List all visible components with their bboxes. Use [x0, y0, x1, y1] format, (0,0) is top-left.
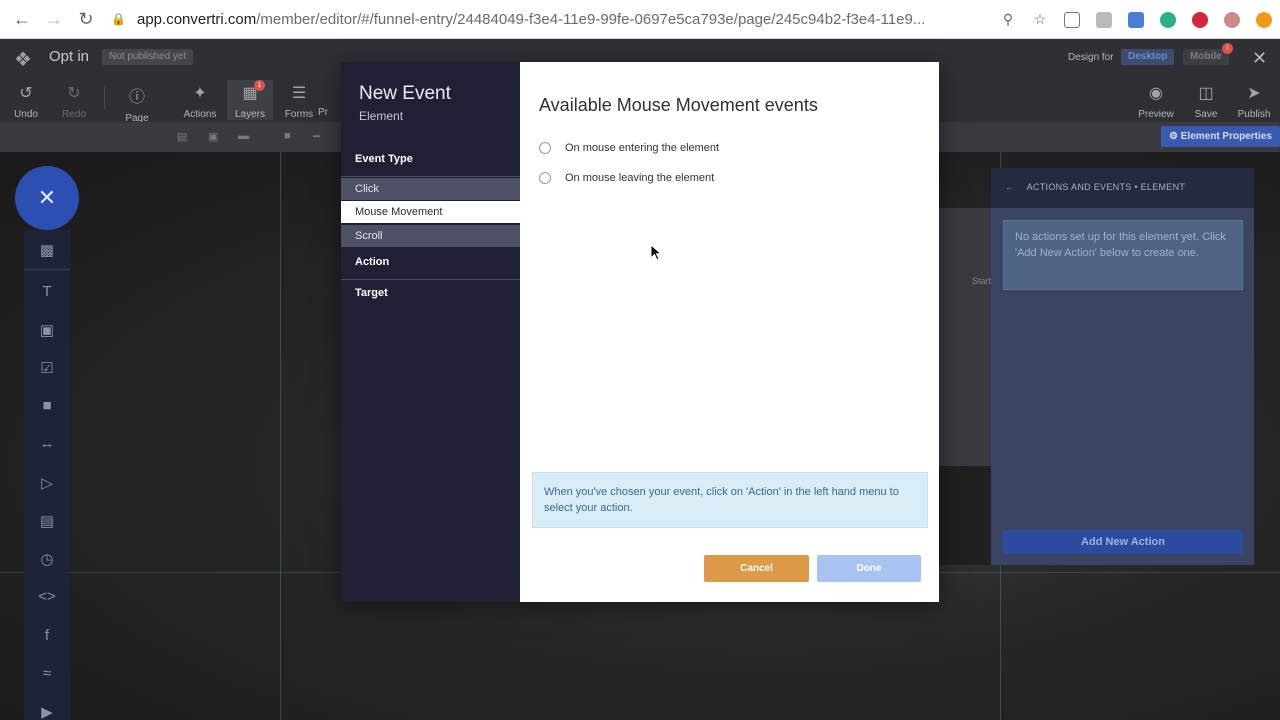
unlink-icon[interactable]: ▤ [177, 130, 187, 143]
event-type-mouse-movement[interactable]: Mouse Movement [341, 201, 520, 223]
info-message: When you've chosen your event, click on … [532, 472, 928, 528]
mobile-warning-badge: ! [1222, 43, 1233, 54]
back-arrow-icon[interactable]: ← [9, 6, 35, 32]
start-label: Start [972, 276, 992, 286]
cancel-button[interactable]: Cancel [704, 555, 809, 582]
trash-icon[interactable]: ▣ [208, 130, 218, 143]
preview-button[interactable]: ◉ Preview [1130, 83, 1182, 120]
rocket-icon: ➤ [1247, 85, 1261, 102]
bookmark-star-icon[interactable]: ☆ [1024, 0, 1056, 39]
event-type-click[interactable]: Click [341, 178, 520, 200]
close-icon: ✕ [37, 185, 57, 210]
extension-icon[interactable] [1120, 0, 1152, 39]
box-icon[interactable]: ■ [37, 397, 57, 414]
event-type-scroll[interactable]: Scroll [341, 225, 520, 247]
redo-button[interactable]: ↻ Redo [48, 83, 100, 120]
dialog-sidebar: New Event Element Event Type Click Mouse… [341, 62, 520, 602]
code-icon[interactable]: <> [37, 588, 57, 605]
spacer-icon[interactable]: ↔ [37, 435, 57, 452]
page-button[interactable]: ⓘ Page [111, 83, 163, 124]
extension-icon[interactable] [1056, 0, 1088, 39]
pr-button[interactable]: Pr [318, 83, 342, 118]
dialog-subtitle: Element [359, 109, 404, 123]
radio-button[interactable] [539, 142, 551, 154]
reload-icon[interactable]: ↻ [73, 6, 99, 32]
panel-header: ← ACTIONS AND EVENTS • ELEMENT [991, 168, 1254, 208]
extension-icon[interactable] [1152, 0, 1184, 39]
extension-icon[interactable] [1248, 0, 1280, 39]
convertri-logo-icon: ❖ [14, 49, 32, 71]
events-heading: Available Mouse Movement events [539, 95, 818, 115]
puzzle-icon[interactable]: ▩ [37, 241, 57, 259]
layers-icon: ▦ [242, 85, 258, 102]
close-editor-icon[interactable]: ✕ [1252, 48, 1267, 69]
section-target[interactable]: Target [341, 287, 520, 299]
publish-status-badge: Not published yet [102, 49, 194, 65]
checkbox-icon[interactable]: ☑ [37, 359, 57, 377]
pinterest-icon[interactable] [1184, 0, 1216, 39]
address-bar[interactable]: 🔒 app.convertri.com/member/editor/#/funn… [107, 4, 1057, 34]
browser-toolbar: ← → ↻ 🔒 app.convertri.com/member/editor/… [0, 0, 1280, 39]
add-new-action-button[interactable]: Add New Action [1003, 530, 1243, 554]
desktop-toggle[interactable]: Desktop [1121, 49, 1175, 65]
video-icon[interactable]: ▷ [37, 474, 57, 492]
layers-panel-fragment [939, 208, 991, 466]
canvas-fragment [939, 466, 991, 565]
undo-button[interactable]: ↺ Undo [0, 83, 52, 120]
option-mouse-enter[interactable]: On mouse entering the element [539, 142, 719, 154]
close-elements-button[interactable]: ✕ [15, 166, 79, 230]
mobile-toggle[interactable]: Mobile [1183, 49, 1229, 65]
layers-badge: 1 [254, 80, 265, 91]
option-mouse-leave[interactable]: On mouse leaving the element [539, 172, 714, 184]
done-button[interactable]: Done [817, 555, 921, 582]
image-icon[interactable]: ▣ [37, 321, 57, 339]
section-event-type[interactable]: Event Type [341, 153, 520, 165]
lock-icon: 🔒 [111, 12, 126, 26]
url-host: app.convertri.com [137, 10, 257, 28]
redo-icon: ↻ [67, 85, 81, 102]
layers-button[interactable]: ▦ Layers 1 [227, 80, 273, 120]
save-icon: ◫ [1198, 85, 1214, 102]
layers-stack-icon[interactable]: ≈ [37, 665, 57, 682]
duplicate-icon[interactable]: ▬ [238, 130, 249, 142]
dialog-title: New Event [359, 83, 451, 104]
actions-events-panel: ← ACTIONS AND EVENTS • ELEMENT No action… [991, 168, 1254, 565]
zoom-icon[interactable]: ⚲ [992, 0, 1024, 39]
gallery-icon[interactable]: ▤ [37, 512, 57, 530]
facebook-icon[interactable]: f [37, 627, 57, 644]
back-arrow-icon[interactable]: ← [1005, 182, 1014, 192]
forward-arrow-icon[interactable]: → [41, 6, 67, 32]
distribute-icon[interactable]: ━ [313, 130, 320, 143]
info-icon: ⓘ [128, 89, 145, 106]
publish-button[interactable]: ➤ Publish [1228, 83, 1280, 120]
design-for-label: Design for [1068, 52, 1114, 63]
wand-icon: ✦ [193, 85, 207, 102]
url-path: /member/editor/#/funnel-entry/24484049-f… [256, 10, 926, 28]
page-title[interactable]: Opt in [49, 48, 89, 65]
section-action[interactable]: Action [341, 256, 520, 268]
tool-icon [318, 83, 342, 101]
new-event-dialog: New Event Element Event Type Click Mouse… [341, 62, 939, 602]
eye-icon: ◉ [1149, 85, 1163, 102]
text-icon[interactable]: T [37, 283, 57, 300]
radio-button[interactable] [539, 172, 551, 184]
save-button[interactable]: ◫ Save [1180, 83, 1232, 120]
guide-line [280, 152, 281, 720]
lock-icon[interactable]: ■ [284, 130, 291, 142]
lock-icon[interactable]: ▶ [37, 703, 57, 720]
timer-icon[interactable]: ◷ [37, 550, 57, 568]
profile-avatar-icon[interactable] [1216, 0, 1248, 39]
element-properties-button[interactable]: ⚙ Element Properties [1161, 126, 1280, 147]
no-actions-note: No actions set up for this element yet. … [1003, 220, 1243, 290]
actions-button[interactable]: ✦ Actions [174, 83, 226, 120]
extension-icon[interactable] [1088, 0, 1120, 39]
undo-icon: ↺ [19, 85, 33, 102]
dialog-content: Available Mouse Movement events On mouse… [520, 62, 939, 602]
